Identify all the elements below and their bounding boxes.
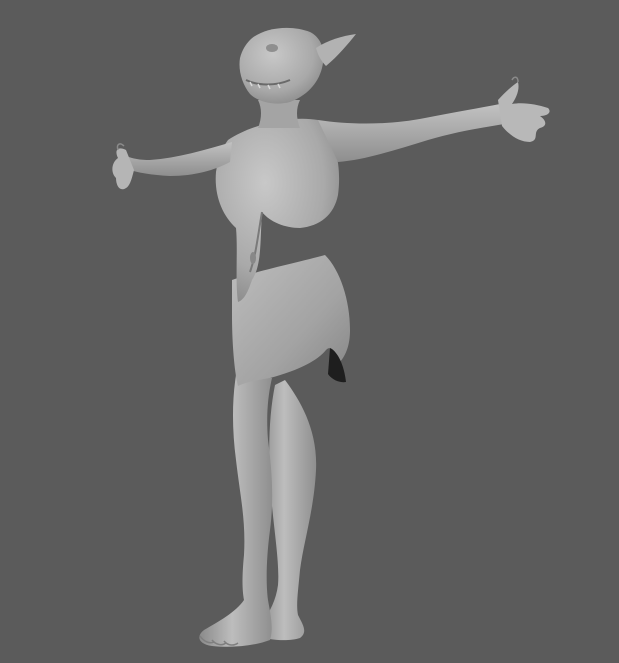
right-arm (318, 76, 550, 162)
front-leg (199, 375, 273, 647)
head (239, 27, 356, 104)
goblin-model-render (112, 27, 550, 647)
left-arm (112, 142, 232, 190)
3d-viewport[interactable] (0, 0, 619, 663)
neck (258, 100, 300, 128)
